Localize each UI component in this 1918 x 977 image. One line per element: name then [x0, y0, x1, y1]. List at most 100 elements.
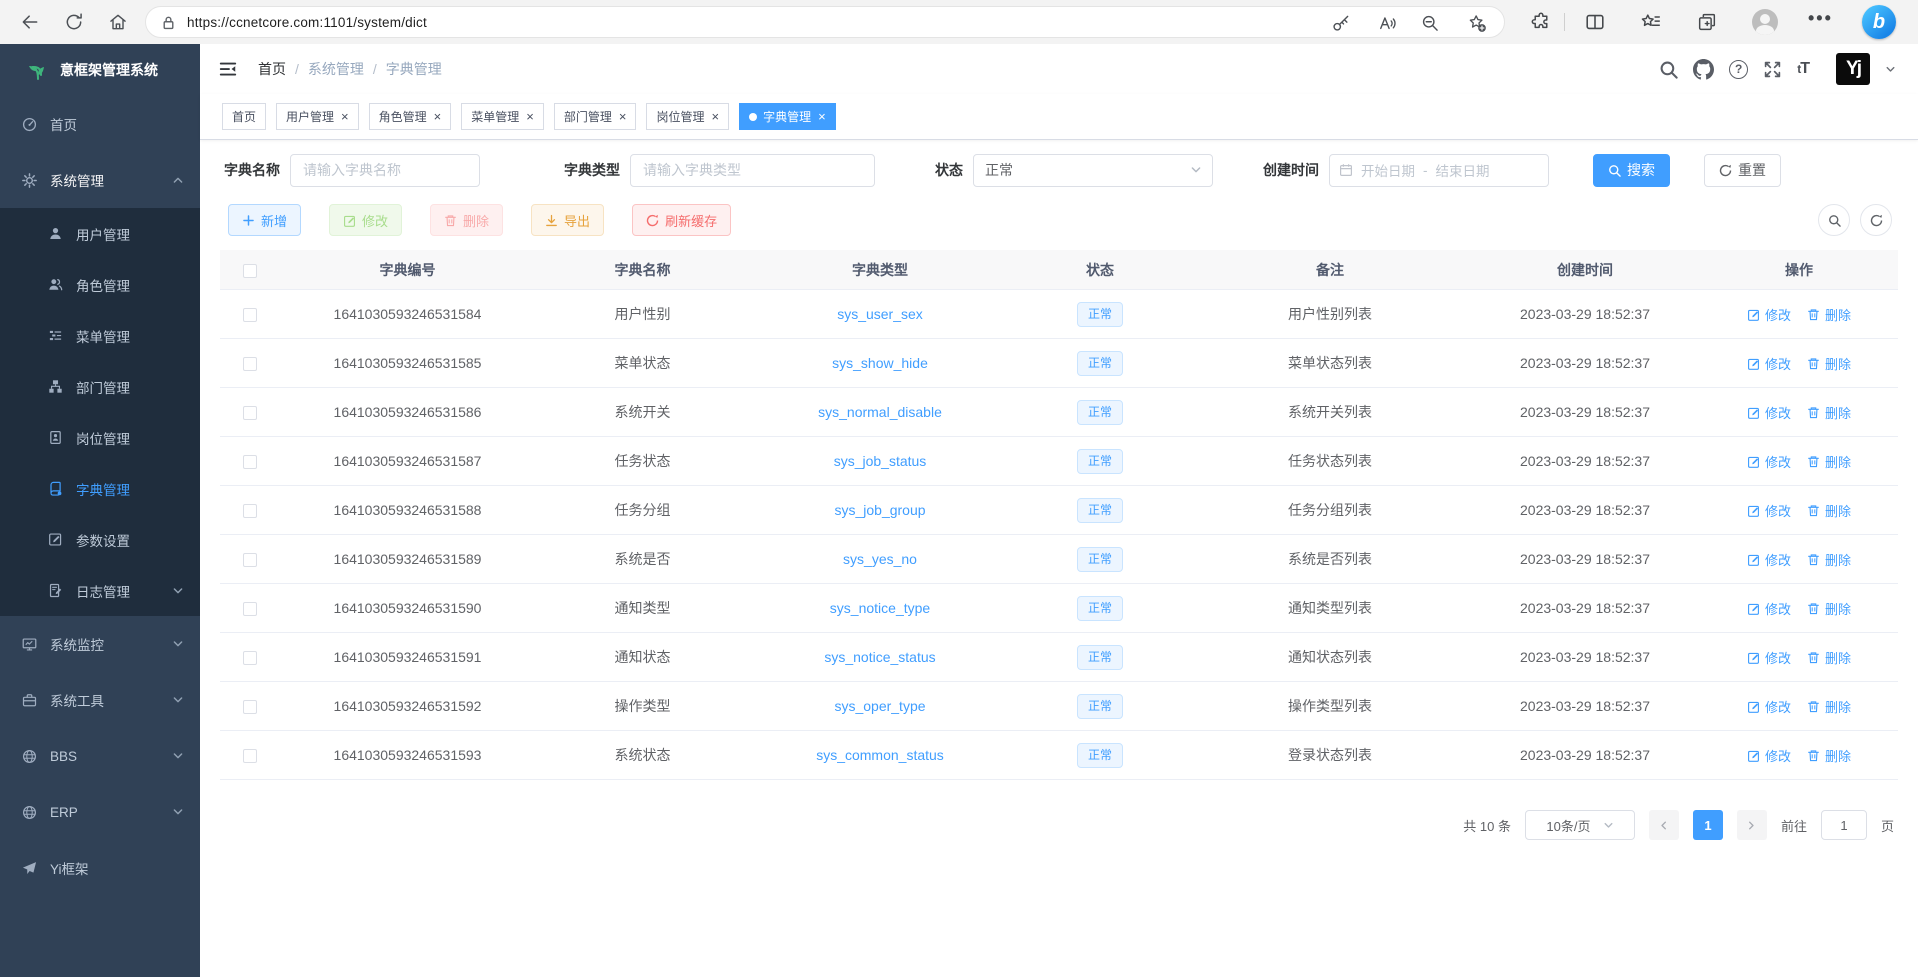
address-bar[interactable]: https://ccnetcore.com:1101/system/dict [145, 6, 1505, 38]
delete-button-disabled[interactable]: 删除 [430, 204, 503, 236]
sidebar-collapse-icon[interactable] [218, 59, 238, 79]
extensions-icon[interactable] [1530, 11, 1552, 33]
sidebar-item-param-settings[interactable]: 参数设置 [0, 514, 200, 565]
add-favorite-icon[interactable] [1467, 13, 1487, 33]
row-checkbox[interactable] [243, 308, 257, 322]
sidebar-item-erp[interactable]: ERP [0, 784, 200, 840]
tab-close-icon[interactable]: × [619, 110, 627, 123]
dict-type-input[interactable] [630, 154, 875, 187]
tab[interactable]: 角色管理 × [369, 103, 452, 130]
chevron-down-icon[interactable] [1885, 64, 1896, 75]
user-avatar[interactable]: Yj [1836, 53, 1870, 85]
tab[interactable]: 首页 [222, 103, 266, 130]
prev-page-button[interactable] [1649, 810, 1679, 840]
sidebar-item-log-management[interactable]: 日志管理 [0, 565, 200, 616]
row-edit-button[interactable]: 修改 [1747, 305, 1791, 324]
dict-type-link[interactable]: sys_notice_status [824, 649, 935, 665]
row-checkbox[interactable] [243, 651, 257, 665]
current-page-button[interactable]: 1 [1693, 810, 1723, 840]
dict-name-input[interactable] [290, 154, 480, 187]
dict-type-link[interactable]: sys_job_status [834, 453, 927, 469]
row-edit-button[interactable]: 修改 [1747, 452, 1791, 471]
row-checkbox[interactable] [243, 357, 257, 371]
dict-type-link[interactable]: sys_user_sex [837, 306, 923, 322]
sidebar-item-system-tools[interactable]: 系统工具 [0, 672, 200, 728]
browser-profile-avatar[interactable] [1752, 9, 1778, 35]
date-range-picker[interactable]: 开始日期 - 结束日期 [1329, 154, 1549, 187]
sidebar-item-role-management[interactable]: 角色管理 [0, 259, 200, 310]
sidebar-item-user-management[interactable]: 用户管理 [0, 208, 200, 259]
sidebar-item-system-monitor[interactable]: 系统监控 [0, 616, 200, 672]
row-delete-button[interactable]: 删除 [1807, 550, 1851, 569]
tab-close-icon[interactable]: × [526, 110, 534, 123]
search-button[interactable]: 搜索 [1593, 154, 1670, 187]
edit-button-disabled[interactable]: 修改 [329, 204, 402, 236]
tab-close-icon[interactable]: × [818, 110, 826, 123]
tab-close-icon[interactable]: × [434, 110, 442, 123]
row-delete-button[interactable]: 删除 [1807, 305, 1851, 324]
row-delete-button[interactable]: 删除 [1807, 697, 1851, 716]
dict-type-link[interactable]: sys_normal_disable [818, 404, 942, 420]
help-icon[interactable]: ? [1729, 60, 1748, 79]
bing-copilot-icon[interactable]: b [1862, 5, 1896, 39]
search-icon[interactable] [1659, 60, 1678, 79]
row-delete-button[interactable]: 删除 [1807, 648, 1851, 667]
row-edit-button[interactable]: 修改 [1747, 648, 1791, 667]
tab-close-icon[interactable]: × [341, 110, 349, 123]
row-edit-button[interactable]: 修改 [1747, 501, 1791, 520]
refresh-cache-button[interactable]: 刷新缓存 [632, 204, 731, 236]
row-delete-button[interactable]: 删除 [1807, 403, 1851, 422]
reset-button[interactable]: 重置 [1704, 154, 1781, 187]
tab[interactable]: 用户管理 × [276, 103, 359, 130]
tab[interactable]: 部门管理 × [554, 103, 637, 130]
row-delete-button[interactable]: 删除 [1807, 599, 1851, 618]
select-all-checkbox[interactable] [243, 264, 257, 278]
row-checkbox[interactable] [243, 749, 257, 763]
row-delete-button[interactable]: 删除 [1807, 746, 1851, 765]
sidebar-item-yi-framework[interactable]: Yi框架 [0, 840, 200, 896]
row-checkbox[interactable] [243, 504, 257, 518]
page-size-select[interactable]: 10条/页 [1525, 810, 1635, 840]
browser-reload-button[interactable] [64, 12, 84, 32]
refresh-table-button[interactable] [1860, 204, 1892, 236]
row-delete-button[interactable]: 删除 [1807, 452, 1851, 471]
sidebar-item-menu-management[interactable]: 菜单管理 [0, 310, 200, 361]
dict-type-link[interactable]: sys_notice_type [830, 600, 930, 616]
dict-type-link[interactable]: sys_common_status [816, 747, 944, 763]
show-search-button[interactable] [1818, 204, 1850, 236]
read-aloud-icon[interactable] [1377, 13, 1397, 33]
browser-back-button[interactable] [20, 12, 40, 32]
row-edit-button[interactable]: 修改 [1747, 746, 1791, 765]
tab[interactable]: 菜单管理 × [461, 103, 544, 130]
goto-page-input[interactable] [1821, 810, 1867, 840]
row-edit-button[interactable]: 修改 [1747, 697, 1791, 716]
sidebar-item-bbs[interactable]: BBS [0, 728, 200, 784]
browser-home-button[interactable] [108, 12, 128, 32]
sidebar-item-post-management[interactable]: 岗位管理 [0, 412, 200, 463]
next-page-button[interactable] [1737, 810, 1767, 840]
add-button[interactable]: 新增 [228, 204, 301, 236]
tab[interactable]: 字典管理 × [739, 103, 836, 130]
github-icon[interactable] [1693, 59, 1714, 80]
favorites-icon[interactable] [1640, 11, 1662, 33]
sidebar-item-system-management[interactable]: 系统管理 [0, 152, 200, 208]
dict-type-link[interactable]: sys_oper_type [834, 698, 925, 714]
tab-close-icon[interactable]: × [711, 110, 719, 123]
breadcrumb-home[interactable]: 首页 [258, 59, 286, 79]
dict-type-link[interactable]: sys_show_hide [832, 355, 928, 371]
row-edit-button[interactable]: 修改 [1747, 599, 1791, 618]
row-edit-button[interactable]: 修改 [1747, 550, 1791, 569]
sidebar-item-dept-management[interactable]: 部门管理 [0, 361, 200, 412]
row-delete-button[interactable]: 删除 [1807, 501, 1851, 520]
export-button[interactable]: 导出 [531, 204, 604, 236]
row-checkbox[interactable] [243, 406, 257, 420]
collections-icon[interactable] [1696, 11, 1718, 33]
row-checkbox[interactable] [243, 700, 257, 714]
app-logo[interactable]: 意框架管理系统 [0, 44, 200, 96]
row-checkbox[interactable] [243, 602, 257, 616]
row-edit-button[interactable]: 修改 [1747, 403, 1791, 422]
dict-type-link[interactable]: sys_job_group [834, 502, 925, 518]
password-key-icon[interactable] [1331, 13, 1351, 33]
fullscreen-icon[interactable] [1763, 60, 1782, 79]
font-size-icon[interactable]: tT [1797, 60, 1809, 78]
